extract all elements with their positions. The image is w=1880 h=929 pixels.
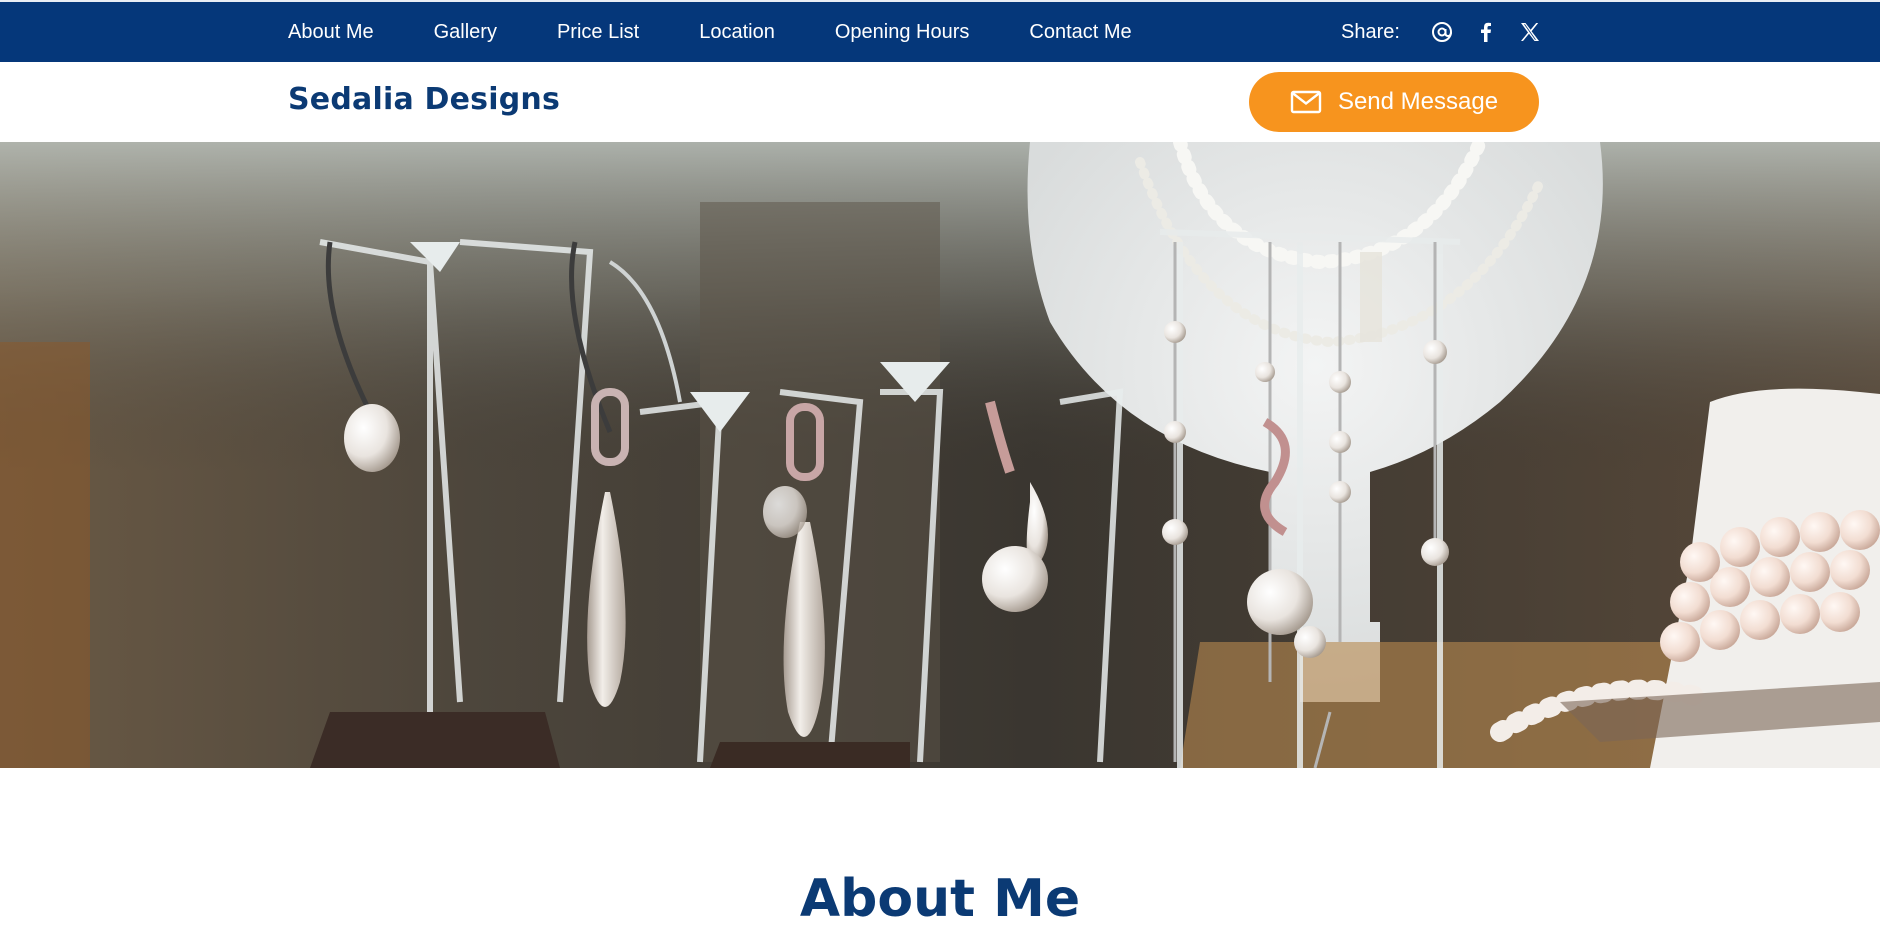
nav-item-price-list[interactable]: Price List <box>557 21 639 44</box>
share-group: Share: <box>1341 2 1562 62</box>
site-header: Sedalia Designs Send Message <box>0 62 1880 142</box>
brand-title[interactable]: Sedalia Designs <box>288 82 560 117</box>
facebook-icon[interactable] <box>1474 20 1498 44</box>
x-twitter-icon[interactable] <box>1518 20 1542 44</box>
email-at-icon[interactable] <box>1430 20 1454 44</box>
mail-icon <box>1290 90 1322 114</box>
jewelry-display-photo <box>0 142 1880 768</box>
hero-image <box>0 142 1880 768</box>
about-me-heading: About Me <box>799 869 1081 929</box>
send-message-label: Send Message <box>1337 88 1499 115</box>
send-message-button[interactable]: Send Message <box>1249 72 1539 132</box>
main-nav: About Me Gallery Price List Location Ope… <box>288 2 1192 62</box>
nav-item-contact-me[interactable]: Contact Me <box>1029 21 1131 44</box>
nav-item-opening-hours[interactable]: Opening Hours <box>835 21 970 44</box>
top-nav-bar: About Me Gallery Price List Location Ope… <box>0 0 1880 62</box>
nav-item-gallery[interactable]: Gallery <box>434 21 497 44</box>
nav-item-about-me[interactable]: About Me <box>288 21 374 44</box>
nav-item-location[interactable]: Location <box>699 21 775 44</box>
share-label: Share: <box>1341 20 1400 43</box>
